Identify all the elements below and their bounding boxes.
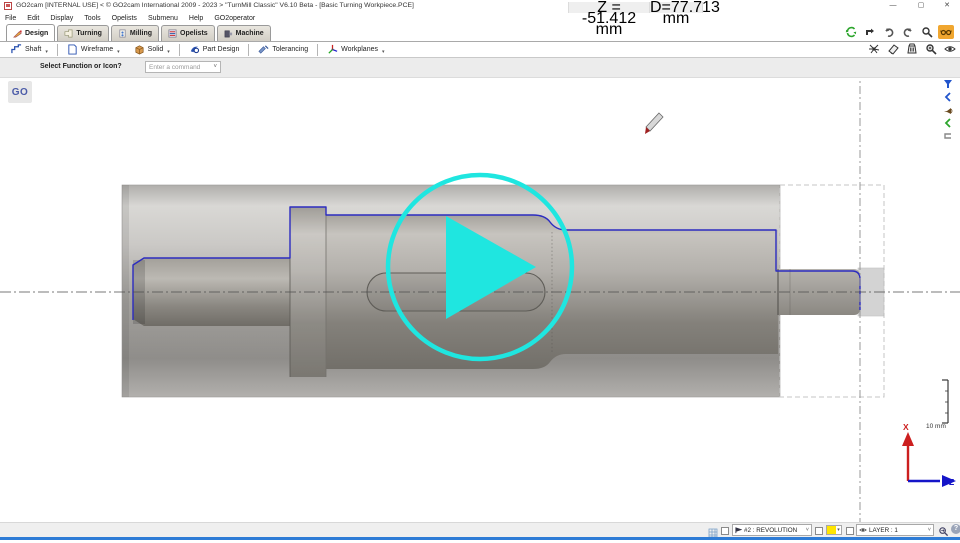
select-hand-icon[interactable] [862,25,878,39]
view-toolbar-row2 [866,42,958,56]
command-prompt-label: Select Function or Icon? [40,63,122,70]
geometry-combo[interactable]: #2 : REVOLUTION ˅ [732,524,812,536]
tab-turning[interactable]: Turning [57,25,109,41]
milling-icon [118,29,127,38]
color-swatch-dropdown[interactable]: ▾ [826,525,842,535]
axis-x-label: X [903,422,909,432]
command-band: Select Function or Icon? Enter a command… [0,58,960,78]
tolerancing-icon [258,44,269,55]
tool-workplanes[interactable]: Workplanes▾ [320,43,391,57]
tab-design[interactable]: Design [6,24,55,41]
stock-left-face-shade [122,185,129,397]
chevron-left-blue-icon[interactable] [941,91,955,102]
regen-spider-icon[interactable] [866,42,882,56]
tab-opelists[interactable]: Opelists [161,25,215,41]
window-title: GO2cam [INTERNAL USE] < © GO2cam Interna… [16,2,414,9]
menu-submenu[interactable]: Submenu [148,15,178,22]
tool-shaft[interactable]: Shaft▾ [4,43,55,57]
chevron-down-icon: ˅ [806,527,809,533]
scale-label: 10 mm [926,423,946,430]
menu-display[interactable]: Display [50,15,73,22]
visibility-eye-icon[interactable] [942,42,958,56]
app-icon [4,2,12,10]
toolbar-separator [317,44,318,56]
layer-combo[interactable]: LAYER : 1 ˅ [856,524,934,536]
tab-machine[interactable]: Machine [217,25,271,41]
chevron-left-green-icon[interactable] [941,117,955,128]
grater-icon[interactable] [904,42,920,56]
design-pencil-icon [13,29,22,38]
diameter-readout: D=77.713 mm [650,2,703,13]
chevron-down-icon: ▾ [836,526,841,534]
refresh-icon[interactable] [843,25,859,39]
wireframe-icon [67,44,78,55]
view-toolbar-row1 [843,25,954,39]
toolbar-separator [248,44,249,56]
tool-wireframe[interactable]: Wireframe▾ [60,43,127,57]
tool-part-design[interactable]: Part Design [182,43,247,57]
toolbar-separator [179,44,180,56]
active-color-swatch [827,526,836,534]
command-combobox[interactable]: Enter a command ˅ [145,61,221,73]
revolution-flag-icon [735,527,742,534]
tool-tolerancing[interactable]: Tolerancing [251,43,315,57]
axis-z-label: Z [949,477,954,487]
menu-file[interactable]: File [5,15,16,22]
shaft-icon [11,44,22,55]
close-button[interactable]: ✕ [938,0,956,11]
viewport-canvas[interactable]: 10 mm X Z [0,0,960,540]
chevron-down-icon: ˅ [928,527,931,533]
grid-icon[interactable] [708,525,718,535]
go2view-glasses-icon[interactable] [938,25,954,39]
scale-indicator [942,380,948,423]
help-icon[interactable]: ? [951,524,960,534]
axis-triad: X Z [902,422,956,487]
horn-icon[interactable] [941,104,955,115]
menu-tools[interactable]: Tools [84,15,100,22]
opelists-icon [168,29,177,38]
machine-icon [224,29,233,38]
minimize-button[interactable]: — [884,0,902,11]
tool-solid[interactable]: Solid▾ [127,43,177,57]
menu-edit[interactable]: Edit [27,15,39,22]
menu-opelists[interactable]: Opelists [112,15,137,22]
ribbon-tab-bar: Design Turning Milling Opelists Machine [0,25,960,42]
undo-icon[interactable] [881,25,897,39]
ribbon-toolbar: Shaft▾ Wireframe▾ Solid▾ Part Design Tol… [0,42,960,58]
color-checkbox[interactable] [815,527,823,535]
pencil-cursor [645,113,663,134]
maximize-button[interactable]: ▢ [912,0,930,11]
tab-milling[interactable]: Milling [111,25,159,41]
zoom-plus-icon[interactable] [923,42,939,56]
geometry-checkbox[interactable] [721,527,729,535]
eraser-icon[interactable] [885,42,901,56]
redo-icon[interactable] [900,25,916,39]
bracket-icon[interactable] [941,130,955,141]
go2cam-logo[interactable]: GO [8,81,32,103]
toolbar-separator [57,44,58,56]
solid-icon [134,44,145,55]
layer-eye-icon [859,527,867,533]
z-coordinate-readout: Z = -51.412 mm [568,2,650,13]
menu-help[interactable]: Help [189,15,203,22]
command-placeholder: Enter a command [149,64,200,71]
zoom-search-icon[interactable] [919,25,935,39]
chevron-down-icon: ˅ [213,64,217,70]
part-design-icon [189,44,200,55]
turning-icon [64,29,73,38]
layer-zoom-icon[interactable] [938,524,949,535]
menu-go2operator[interactable]: GO2operator [214,15,255,22]
filter-icon[interactable] [941,78,955,89]
menu-bar: File Edit Display Tools Opelists Submenu… [0,12,960,25]
side-toolbar [941,78,955,141]
workplanes-icon [327,44,338,55]
layer-checkbox[interactable] [846,527,854,535]
